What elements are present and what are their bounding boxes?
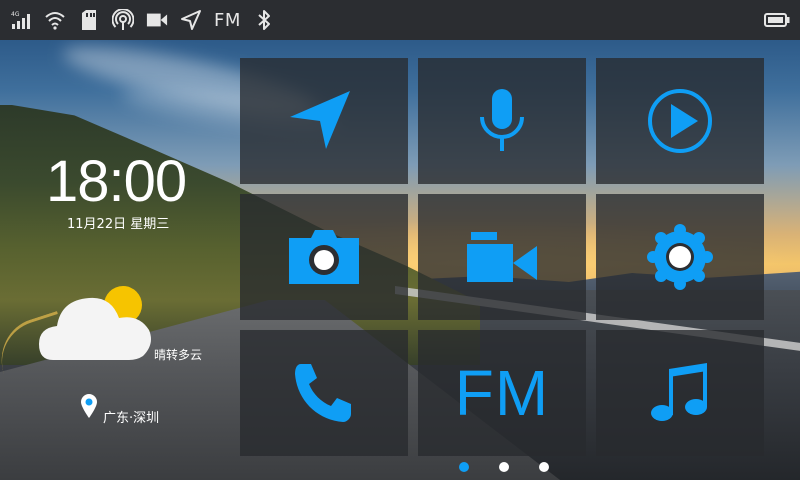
microphone-icon [480, 89, 524, 151]
hotspot-icon [112, 9, 134, 31]
page-dot-1[interactable] [459, 462, 469, 472]
status-bar: 4G FM [0, 0, 800, 40]
signal-4g-label: 4G [11, 11, 20, 18]
video-camera-icon [467, 232, 537, 282]
play-icon [648, 89, 712, 153]
page-dot-3[interactable] [539, 462, 549, 472]
sd-card-icon [78, 9, 100, 31]
tile-voice[interactable] [418, 58, 586, 184]
tile-recorder[interactable] [418, 194, 586, 320]
tile-fm-radio[interactable]: FM [418, 330, 586, 456]
weather-description: 晴转多云 [154, 348, 203, 362]
tile-video-player[interactable] [596, 58, 764, 184]
location-pin-icon [80, 393, 98, 423]
battery-icon [764, 12, 790, 31]
music-note-icon [651, 363, 707, 421]
tile-navigation[interactable] [240, 58, 408, 184]
signal-4g-icon: 4G [10, 9, 32, 31]
page-dot-2[interactable] [499, 462, 509, 472]
location-label: 广东·深圳 [103, 411, 160, 426]
bluetooth-icon [253, 9, 275, 31]
tile-settings[interactable] [596, 194, 764, 320]
fm-tile-label: FM [454, 357, 550, 429]
clock-time: 18:00 [46, 149, 187, 214]
phone-icon [295, 364, 351, 422]
tile-camera[interactable] [240, 194, 408, 320]
camera-icon [289, 230, 359, 284]
app-grid: FM [240, 58, 765, 456]
navigation-icon [180, 9, 202, 31]
page-indicator [459, 462, 549, 472]
fm-status-label: FM [214, 9, 241, 31]
tile-music[interactable] [596, 330, 764, 456]
clock-date: 11月22日 星期三 [67, 217, 170, 232]
wifi-icon [44, 9, 66, 31]
video-camera-icon [146, 9, 168, 31]
navigation-arrow-icon [290, 91, 350, 149]
tile-phone[interactable] [240, 330, 408, 456]
gear-icon [647, 224, 713, 290]
